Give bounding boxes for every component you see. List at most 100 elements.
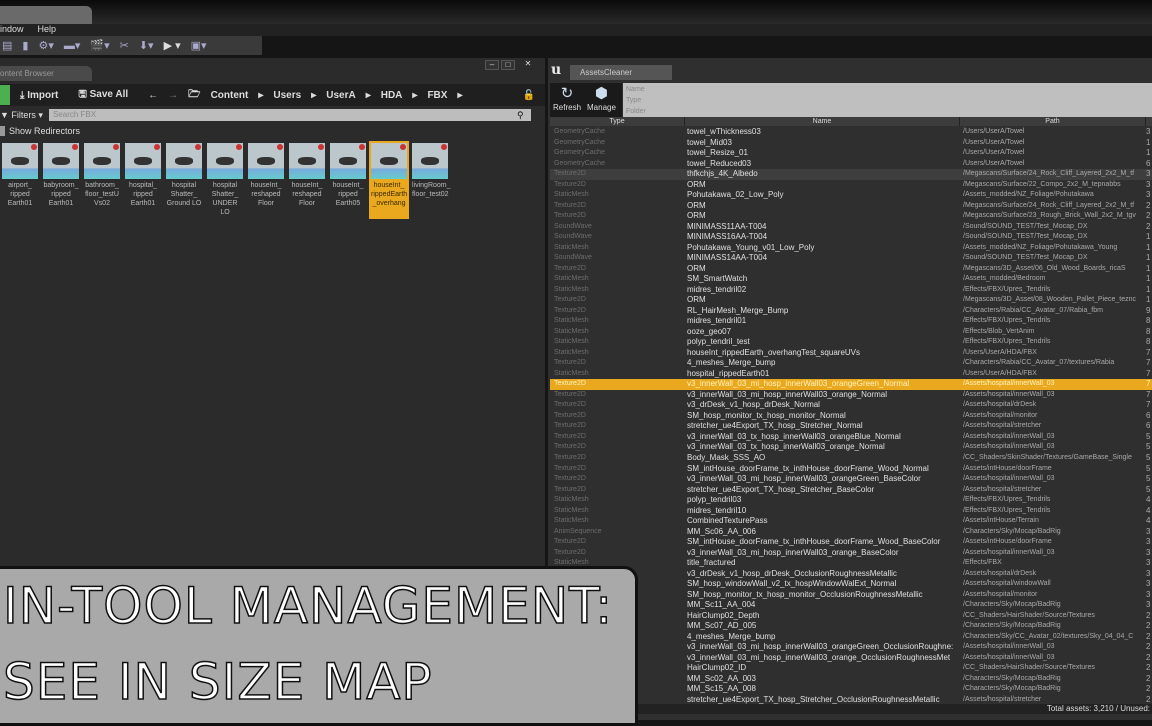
table-row[interactable]: Texture2D SM_intHouse_doorFrame_tx_inthHo…	[550, 537, 1152, 548]
search-icon[interactable]: ⚲	[517, 110, 524, 121]
table-row[interactable]: Texture2D v3_innerWall_03_tx_hosp_innerWa…	[550, 432, 1152, 443]
maximize-button[interactable]: □	[501, 60, 515, 70]
cinematics-icon[interactable]: 🎬▾	[90, 39, 109, 52]
table-row[interactable]: SM_hosp_monitor_tx_hosp_monitor_Occlusio…	[550, 590, 1152, 601]
show-redirectors-checkbox[interactable]: Show Redirectors	[0, 126, 80, 136]
table-row[interactable]: StaticMesh Pohutakawa_02_Low_Poly/Assets_…	[550, 190, 1152, 201]
table-row[interactable]: Texture2D stretcher_ue4Export_TX_hosp_Str…	[550, 485, 1152, 496]
search-input[interactable]: Search FBX	[48, 109, 531, 121]
table-row[interactable]: StaticMesh ooze_geo07/Effects/Blob_VertAn…	[550, 327, 1152, 338]
table-row[interactable]: v3_drDesk_v1_hosp_drDesk_OcclusionRoughn…	[550, 569, 1152, 580]
devices-icon[interactable]: ▣▾	[191, 39, 207, 52]
source-control-icon[interactable]: ▮	[22, 39, 28, 52]
column-name[interactable]: Name	[685, 117, 960, 126]
table-row[interactable]: Texture2D Body_Mask_SSS_AO/CC_Shaders/Ski…	[550, 453, 1152, 464]
table-row[interactable]: Texture2D v3_drDesk_v1_hosp_drDesk_Normal…	[550, 400, 1152, 411]
forward-arrow-icon[interactable]: →	[168, 90, 178, 101]
lock-icon[interactable]: 🔓	[523, 90, 535, 101]
manage-button[interactable]: ⬢ Manage	[587, 85, 616, 115]
assets-cleaner-tab[interactable]: AssetsCleaner	[570, 65, 672, 80]
table-row[interactable]: StaticMesh midres_tendril10/Effects/FBX/U…	[550, 506, 1152, 517]
asset-tile[interactable]: hospital_ ripped Earth01	[125, 143, 161, 217]
table-row[interactable]: 4_meshes_Merge_bump/Characters/Sky/CC_Av…	[550, 632, 1152, 643]
table-row[interactable]: v3_innerWall_03_mi_hosp_innerWall03_oran…	[550, 642, 1152, 653]
table-row[interactable]: MM_Sc02_AA_003/Characters/Sky/Mocap/BadR…	[550, 674, 1152, 685]
table-row[interactable]: StaticMesh polyp_tendril03/Effects/FBX/Up…	[550, 495, 1152, 506]
table-row[interactable]: HairClump02_Depth/CC_Shaders/HairShader/…	[550, 611, 1152, 622]
table-row[interactable]: SoundWave MINIMASS16AA-T004/Sound/SOUND_T…	[550, 232, 1152, 243]
table-row[interactable]: Texture2D v3_innerWall_03_mi_hosp_innerWa…	[550, 379, 1152, 390]
asset-tile[interactable]: livingRoom_ floor_test02	[412, 143, 451, 217]
menu-window[interactable]: indow	[0, 24, 24, 36]
table-row[interactable]: StaticMesh title_fractured/Effects/FBX 3	[550, 558, 1152, 569]
minimize-button[interactable]: –	[485, 60, 499, 70]
asset-tile[interactable]: hospital Shatter_ UNDER LO	[207, 143, 243, 217]
table-row[interactable]: Texture2D v3_innerWall_03_mi_hosp_innerWa…	[550, 548, 1152, 559]
asset-tile[interactable]: babyroom_ ripped Earth01	[43, 143, 79, 217]
table-row[interactable]: StaticMesh CombinedTexturePass/Assets/int…	[550, 516, 1152, 527]
table-row[interactable]: SoundWave MINIMASS14AA-T004/Sound/SOUND_T…	[550, 253, 1152, 264]
table-row[interactable]: GeometryCache towel_wThickness03/Users/Us…	[550, 127, 1152, 138]
table-row[interactable]: StaticMesh polyp_tendril_test/Effects/FBX…	[550, 337, 1152, 348]
save-icon[interactable]: ▤	[2, 39, 12, 52]
asset-tile[interactable]: hospital Shatter_ Ground LO	[166, 143, 202, 217]
back-arrow-icon[interactable]: ←	[148, 90, 158, 101]
table-row[interactable]: Texture2D ORM/Megascans/3D_Asset/06_Old_W…	[550, 264, 1152, 275]
play-icon[interactable]: ▶ ▾	[164, 39, 181, 52]
add-new-button[interactable]	[0, 85, 10, 105]
table-row[interactable]: GeometryCache towel_Resize_01/Users/UserA…	[550, 148, 1152, 159]
asset-tile[interactable]: houseInt_ reshaped Floor	[248, 143, 284, 217]
type-filter-input[interactable]: Type	[626, 95, 1149, 106]
table-row[interactable]: MM_Sc15_AA_008/Characters/Sky/Mocap/BadR…	[550, 684, 1152, 695]
save-all-button[interactable]: 🖫 Save All	[78, 87, 138, 104]
content-browser-tab[interactable]: ontent Browser	[0, 66, 92, 81]
table-row[interactable]: StaticMesh hospital_rippedEarth01/Users/U…	[550, 369, 1152, 380]
settings-icon[interactable]: ⚙▾	[38, 39, 53, 52]
table-row[interactable]: Texture2D 4_meshes_Merge_bump/Characters/…	[550, 358, 1152, 369]
table-row[interactable]: Texture2D SM_intHouse_doorFrame_tx_inthHo…	[550, 464, 1152, 475]
table-row[interactable]: SM_hosp_windowWall_v2_tx_hospWindowWalEx…	[550, 579, 1152, 590]
table-row[interactable]: GeometryCache towel_Mid03/Users/UserA/Tow…	[550, 138, 1152, 149]
table-row[interactable]: Texture2D ORM/Megascans/Surface/22_Compo_…	[550, 180, 1152, 191]
blueprints-icon[interactable]: ▬▾	[64, 39, 81, 52]
table-row[interactable]: MM_Sc07_AD_005/Characters/Sky/Mocap/BadR…	[550, 621, 1152, 632]
column-path[interactable]: Path	[960, 117, 1146, 126]
table-row[interactable]: GeometryCache towel_Reduced03/Users/UserA…	[550, 159, 1152, 170]
table-row[interactable]: StaticMesh midres_tendril02/Effects/FBX/U…	[550, 285, 1152, 296]
asset-tile[interactable]: houseInt_ rippedEarth _overhang	[369, 141, 409, 219]
refresh-button[interactable]: ↻ Refresh	[553, 85, 581, 115]
table-row[interactable]: Texture2D v3_innerWall_03_mi_hosp_innerWa…	[550, 474, 1152, 485]
table-row[interactable]: AnimSequence MM_Sc06_AA_006/Characters/Sk…	[550, 527, 1152, 538]
import-button[interactable]: ⤓ Import	[20, 90, 68, 101]
table-row[interactable]: Texture2D thfkchjs_4K_Albedo/Megascans/Su…	[550, 169, 1152, 180]
breadcrumb-usera[interactable]: UserA	[326, 90, 355, 101]
table-row[interactable]: Texture2D RL_HairMesh_Merge_Bump/Characte…	[550, 306, 1152, 317]
asset-tile[interactable]: houseInt_ ripped Earth05	[330, 143, 366, 217]
table-row[interactable]: Texture2D v3_innerWall_03_tx_hosp_innerWa…	[550, 442, 1152, 453]
breadcrumb-hda[interactable]: HDA	[381, 90, 403, 101]
table-row[interactable]: Texture2D ORM/Megascans/3D_Asset/08_Woode…	[550, 295, 1152, 306]
table-row[interactable]: HairClump02_ID/CC_Shaders/HairShader/Sou…	[550, 663, 1152, 674]
editor-tab[interactable]	[0, 6, 92, 24]
table-row[interactable]: Texture2D ORM/Megascans/Surface/23_Rough_…	[550, 211, 1152, 222]
table-row[interactable]: StaticMesh SM_SmartWatch/Assets_modded/Be…	[550, 274, 1152, 285]
column-type[interactable]: Type	[550, 117, 685, 126]
folder-filter-input[interactable]: Folder	[626, 106, 1149, 117]
table-row[interactable]: SoundWave MINIMASS11AA-T004/Sound/SOUND_T…	[550, 222, 1152, 233]
table-row[interactable]: MM_Sc11_AA_004/Characters/Sky/Mocap/BadR…	[550, 600, 1152, 611]
asset-tile[interactable]: airport_ ripped Earth01	[2, 143, 38, 217]
table-row[interactable]: Texture2D ORM/Megascans/Surface/24_Rock_C…	[550, 201, 1152, 212]
menu-help[interactable]: Help	[38, 24, 57, 36]
table-row[interactable]: StaticMesh Pohutakawa_Young_v01_Low_Poly /…	[550, 243, 1152, 254]
close-button[interactable]: ✕	[521, 60, 535, 70]
table-row[interactable]: Texture2D v3_innerWall_03_mi_hosp_innerWa…	[550, 390, 1152, 401]
build-icon[interactable]: ✂	[120, 39, 129, 52]
table-row[interactable]: v3_innerWall_03_mi_hosp_innerWall03_oran…	[550, 653, 1152, 664]
asset-tile[interactable]: houseInt_ reshaped Floor	[289, 143, 325, 217]
filters-button[interactable]: ▼ Filters ▾	[0, 110, 43, 121]
table-row[interactable]: StaticMesh houseInt_rippedEarth_overhangT…	[550, 348, 1152, 359]
breadcrumb-users[interactable]: Users	[273, 90, 301, 101]
table-row[interactable]: Texture2D SM_hosp_monitor_tx_hosp_monitor…	[550, 411, 1152, 422]
launch-icon[interactable]: ⬇▾	[139, 39, 154, 52]
breadcrumb-content[interactable]: Content	[211, 90, 249, 101]
